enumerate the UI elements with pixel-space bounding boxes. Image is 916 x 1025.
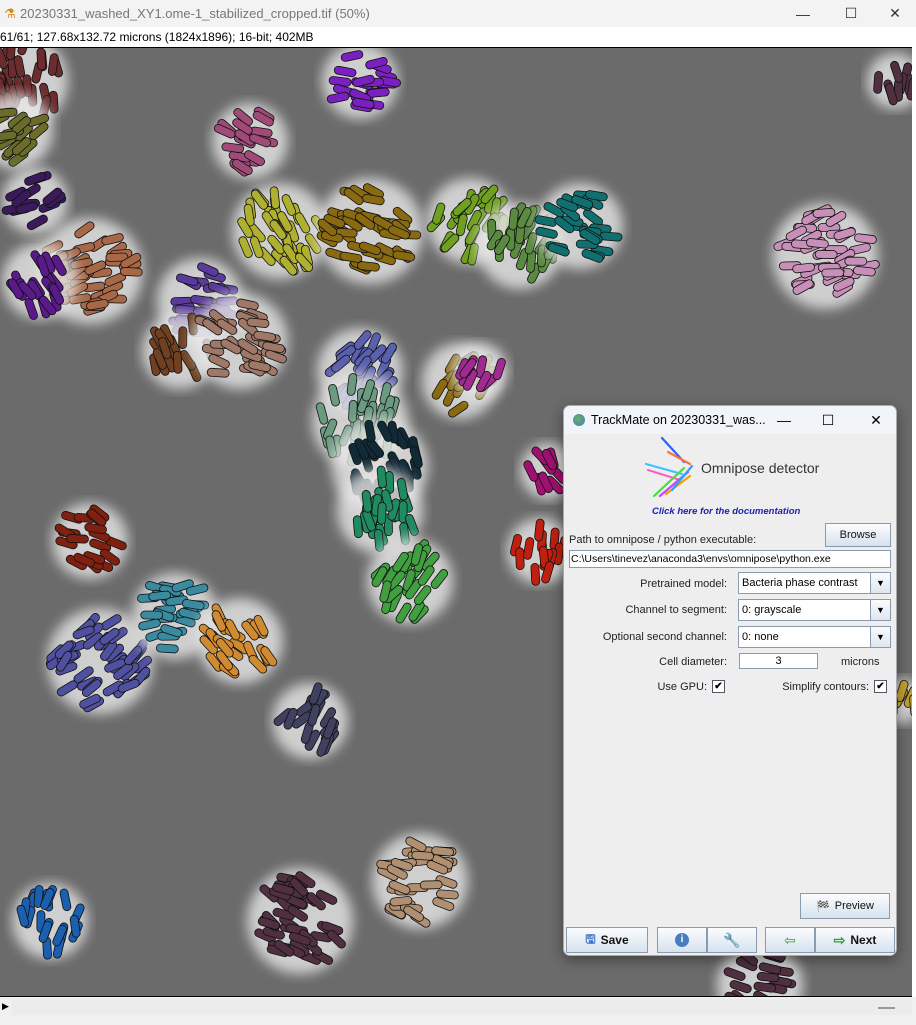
dialog-close-button[interactable]: ✕ <box>856 406 896 434</box>
info-icon: i <box>675 933 689 947</box>
cell-mask <box>140 610 164 620</box>
cell-mask <box>530 562 541 586</box>
cell-mask <box>352 515 363 539</box>
model-select[interactable]: Bacteria phase contrast ▼ <box>738 572 891 594</box>
checkered-flag-icon: 🏁 <box>816 900 830 913</box>
cell-cluster <box>316 178 423 284</box>
cell-mask <box>812 208 836 218</box>
cell-cluster <box>272 682 348 759</box>
next-button[interactable]: ⇨ Next <box>815 927 895 953</box>
minimize-button[interactable]: — <box>780 0 826 27</box>
cell-cluster <box>212 103 288 179</box>
chevron-down-icon[interactable]: ▼ <box>870 600 890 620</box>
documentation-link[interactable]: Click here for the documentation <box>652 506 800 517</box>
channel-select[interactable]: 0: grayscale ▼ <box>738 599 891 621</box>
cell-cluster <box>367 538 453 624</box>
cell-cluster <box>247 868 353 974</box>
cell-mask <box>821 268 845 278</box>
info-button[interactable]: i <box>657 927 707 953</box>
omnipose-logo-icon <box>644 436 694 498</box>
gpu-checkbox[interactable]: ✔ <box>712 680 725 693</box>
dialog-minimize-button[interactable]: — <box>764 406 804 434</box>
arrow-left-icon: ⇦ <box>784 931 796 948</box>
cell-cluster <box>1 168 68 234</box>
cell-mask <box>172 350 183 374</box>
cell-mask <box>844 256 868 266</box>
cell-cluster <box>772 203 880 309</box>
browse-button[interactable]: Browse <box>825 523 891 547</box>
play-icon[interactable]: ▶ <box>2 1001 9 1012</box>
save-icon: 🖫 <box>585 931 596 946</box>
cell-mask <box>599 231 623 242</box>
gpu-label: Use GPU: <box>657 681 707 693</box>
diameter-input[interactable]: 3 <box>739 653 818 669</box>
stack-slider-bar: ▶ <box>0 997 916 1025</box>
microscope-icon: ⚗ <box>4 5 16 21</box>
cell-mask <box>431 846 454 857</box>
simplify-checkbox[interactable]: ✔ <box>874 680 887 693</box>
cell-mask <box>419 880 443 890</box>
diameter-unit: microns <box>841 656 880 668</box>
channel-label: Channel to segment: <box>625 604 727 616</box>
window-title: 20230331_washed_XY1.ome-1_stabilized_cro… <box>20 6 370 21</box>
simplify-label: Simplify contours: <box>782 681 869 693</box>
cell-mask <box>66 534 89 544</box>
settings-button[interactable]: 🔧 <box>707 927 757 953</box>
close-button[interactable]: ✕ <box>872 0 916 27</box>
cell-cluster <box>372 833 468 929</box>
model-value: Bacteria phase contrast <box>742 577 858 589</box>
preview-button[interactable]: 🏁 Preview <box>800 893 890 919</box>
channel-value: 0: grayscale <box>742 604 802 616</box>
model-label: Pretrained model: <box>640 578 727 590</box>
path-label: Path to omnipose / python executable: <box>569 534 757 546</box>
cell-cluster <box>867 53 912 109</box>
cell-mask <box>155 643 179 654</box>
channel2-label: Optional second channel: <box>602 631 727 643</box>
channel2-select[interactable]: 0: none ▼ <box>738 626 891 648</box>
previous-button[interactable]: ⇦ <box>765 927 815 953</box>
python-path-input[interactable]: C:\Users\tinevez\anaconda3\envs\omnipose… <box>569 550 891 568</box>
cell-cluster <box>197 598 283 684</box>
cell-mask <box>119 266 143 277</box>
cell-mask <box>36 48 47 71</box>
cell-cluster <box>322 48 401 119</box>
fiji-globe-icon <box>573 414 585 426</box>
cell-mask <box>206 367 230 378</box>
cell-mask <box>348 399 358 423</box>
detector-title: Omnipose detector <box>701 460 820 476</box>
cell-mask <box>376 465 387 489</box>
channel2-value: 0: none <box>742 631 779 643</box>
dialog-title: TrackMate on 20230331_was... <box>591 413 766 427</box>
chevron-down-icon[interactable]: ▼ <box>870 573 890 593</box>
cell-mask <box>178 326 188 350</box>
cell-mask <box>873 71 884 94</box>
cell-mask <box>515 547 525 571</box>
cell-cluster <box>52 503 128 579</box>
chevron-down-icon[interactable]: ▼ <box>870 627 890 647</box>
frame-scrollbar[interactable] <box>12 999 912 1015</box>
wrench-icon: 🔧 <box>723 931 741 948</box>
window-titlebar: ⚗ 20230331_washed_XY1.ome-1_stabilized_c… <box>0 0 916 27</box>
trackmate-dialog: TrackMate on 20230331_was... — ☐ ✕ Omnip… <box>563 405 897 956</box>
cell-cluster <box>192 293 288 389</box>
save-button[interactable]: 🖫 Save <box>566 927 648 953</box>
cell-mask <box>411 850 435 861</box>
cell-cluster <box>232 183 328 279</box>
diameter-label: Cell diameter: <box>659 656 727 668</box>
cell-cluster <box>12 883 88 960</box>
dialog-maximize-button[interactable]: ☐ <box>808 406 848 434</box>
scrollbar-thumb[interactable] <box>878 1007 895 1009</box>
image-info: 61/61; 127.68x132.72 microns (1824x1896)… <box>0 27 916 47</box>
cell-mask <box>814 249 838 259</box>
cell-mask <box>0 107 18 118</box>
dialog-titlebar: TrackMate on 20230331_was... — ☐ ✕ <box>564 406 896 434</box>
cell-mask <box>377 501 387 525</box>
cell-cluster <box>452 343 508 399</box>
arrow-right-icon: ⇨ <box>833 931 846 948</box>
maximize-button[interactable]: ☐ <box>828 0 874 27</box>
